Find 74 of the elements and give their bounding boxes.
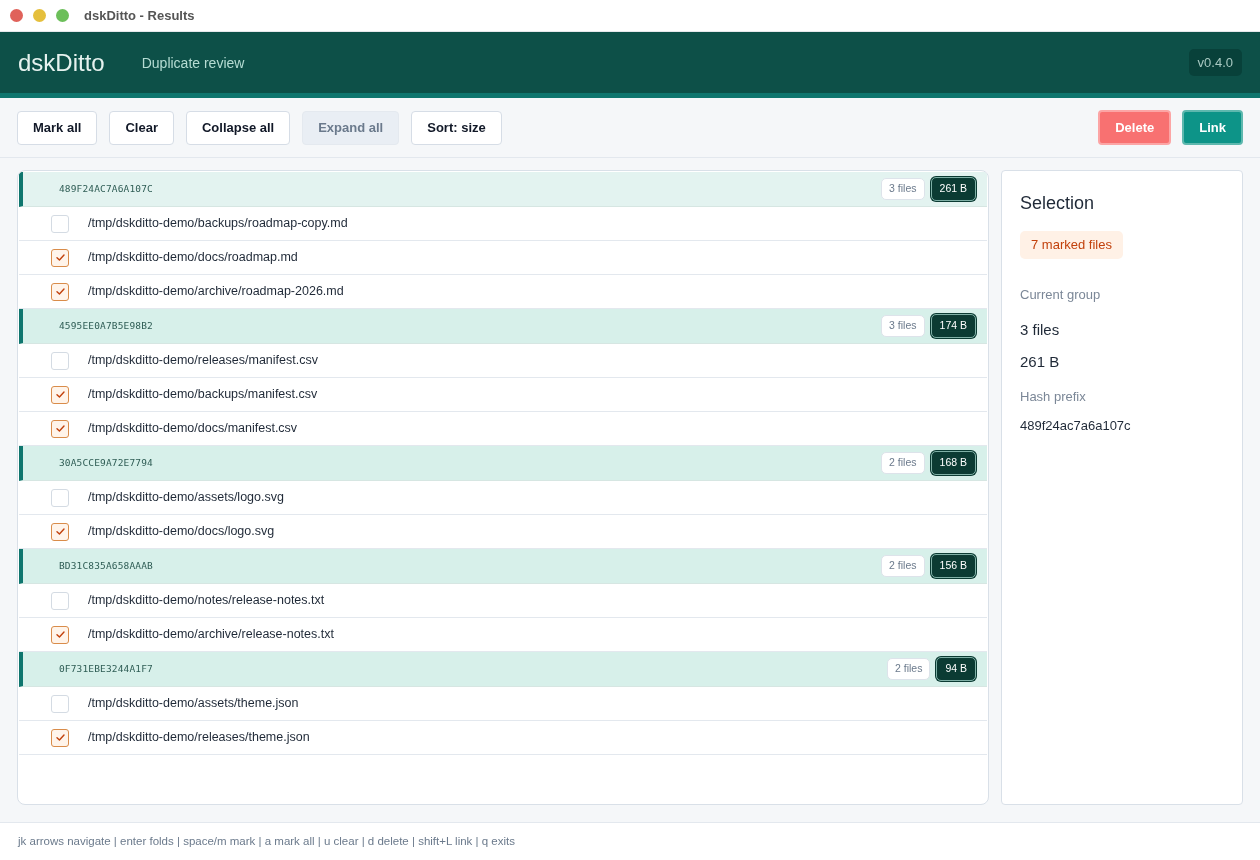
check-icon (55, 254, 65, 261)
minimize-window-icon[interactable] (33, 9, 46, 22)
group-header[interactable]: 4595EE0A7B5E98B2 3 files 174 B (19, 309, 987, 344)
group-header[interactable]: 0F731EBE3244A1F7 2 files 94 B (19, 652, 987, 687)
size-badge: 94 B (936, 657, 976, 681)
check-icon (55, 288, 65, 295)
marked-files-badge: 7 marked files (1020, 231, 1123, 259)
size-badge: 174 B (930, 314, 976, 338)
check-icon (55, 425, 65, 432)
file-count-badge: 2 files (881, 452, 925, 474)
file-path: /tmp/dskditto-demo/notes/release-notes.txt (88, 592, 325, 610)
group-header[interactable]: 489F24AC7A6A107C 3 files 261 B (19, 172, 987, 207)
current-group-count: 3 files (1020, 319, 1060, 340)
file-path: /tmp/dskditto-demo/docs/manifest.csv (88, 420, 298, 438)
file-path: /tmp/dskditto-demo/archive/roadmap-2026.md (88, 283, 344, 301)
maximize-window-icon[interactable] (56, 9, 69, 22)
file-path: /tmp/dskditto-demo/assets/theme.json (88, 695, 299, 713)
version-badge: v0.4.0 (1188, 49, 1242, 76)
file-row[interactable]: /tmp/dskditto-demo/releases/theme.json (19, 721, 987, 755)
app-name: dskDitto (18, 50, 105, 75)
size-badge: 156 B (930, 554, 976, 578)
file-path: /tmp/dskditto-demo/archive/release-notes.txt (88, 626, 334, 644)
size-badge: 168 B (930, 451, 976, 475)
toolbar-button[interactable]: Sort: size (411, 110, 502, 145)
file-path: /tmp/dskditto-demo/assets/logo.svg (88, 489, 284, 507)
file-count-badge: 2 files (886, 658, 931, 680)
window-title: dskDitto - Results (84, 6, 195, 25)
group-hash: 489F24AC7A6A107C (59, 181, 153, 196)
group-header[interactable]: 30A5CCE9A72E7794 2 files 168 B (19, 446, 987, 481)
checkbox[interactable] (51, 385, 69, 404)
file-path: /tmp/dskditto-demo/backups/manifest.csv (88, 386, 318, 404)
file-count-badge: 3 files (881, 178, 925, 200)
file-path: /tmp/dskditto-demo/backups/roadmap-copy.md (88, 215, 348, 233)
hash-prefix-label: Hash prefix (1020, 387, 1086, 406)
check-icon (55, 631, 65, 638)
link-button[interactable]: Link (1182, 110, 1243, 145)
checkbox[interactable] (51, 625, 69, 644)
file-path: /tmp/dskditto-demo/docs/roadmap.md (88, 249, 298, 267)
current-group-size: 261 B (1020, 352, 1060, 372)
checkbox[interactable] (51, 282, 69, 301)
toolbar-button[interactable]: Mark all (17, 110, 98, 145)
group-hash: BD31C835A658AAAB (59, 558, 153, 573)
check-icon (55, 734, 65, 741)
size-badge: 261 B (930, 177, 976, 201)
check-icon (55, 391, 65, 398)
current-group-label: Current group (1020, 286, 1101, 304)
app-subtitle: Duplicate review (141, 54, 245, 73)
file-count-badge: 2 files (881, 555, 925, 577)
file-count-badge: 3 files (881, 315, 925, 337)
group-hash: 30A5CCE9A72E7794 (59, 455, 153, 470)
toolbar-button[interactable]: Clear (109, 110, 174, 145)
hash-prefix: 489f24ac7a6a107c (1020, 417, 1131, 435)
file-row[interactable]: /tmp/dskditto-demo/assets/logo.svg (19, 481, 987, 515)
check-icon (55, 528, 65, 535)
file-row[interactable]: /tmp/dskditto-demo/docs/roadmap.md (19, 241, 987, 275)
group-hash: 0F731EBE3244A1F7 (59, 661, 153, 676)
file-row[interactable]: /tmp/dskditto-demo/notes/release-notes.txt (19, 584, 987, 618)
checkbox[interactable] (51, 419, 69, 438)
file-row[interactable]: /tmp/dskditto-demo/backups/manifest.csv (19, 378, 987, 412)
keyboard-shortcuts-hint: jk arrows navigate | enter folds | space/m mark | a mark all | u clear | d delete | shift+L link | q exits (18, 833, 515, 849)
checkbox[interactable] (51, 522, 69, 541)
checkbox[interactable] (51, 728, 69, 747)
file-row[interactable]: /tmp/dskditto-demo/backups/roadmap-copy.md (19, 207, 987, 241)
file-row[interactable]: /tmp/dskditto-demo/assets/theme.json (19, 687, 987, 721)
group-hash: 4595EE0A7B5E98B2 (59, 318, 153, 333)
file-path: /tmp/dskditto-demo/releases/manifest.csv (88, 352, 318, 370)
toolbar-button[interactable]: Collapse all (185, 110, 291, 145)
panel-title: Selection (1020, 192, 1095, 215)
close-window-icon[interactable] (10, 9, 23, 22)
checkbox[interactable] (51, 248, 69, 267)
file-row[interactable]: /tmp/dskditto-demo/releases/manifest.csv (19, 344, 987, 378)
file-path: /tmp/dskditto-demo/docs/logo.svg (88, 523, 275, 541)
group-header[interactable]: BD31C835A658AAAB 2 files 156 B (19, 549, 987, 584)
file-path: /tmp/dskditto-demo/releases/theme.json (88, 729, 310, 747)
